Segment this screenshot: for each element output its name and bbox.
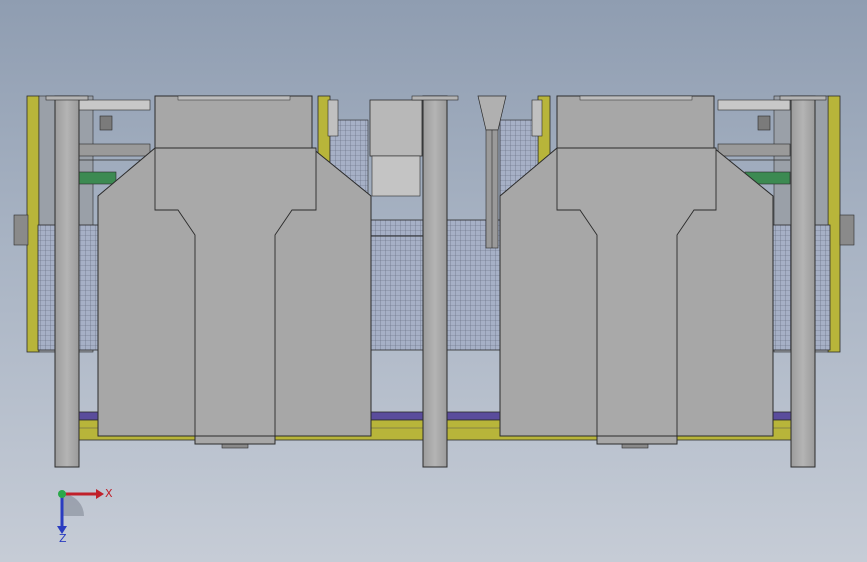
x-axis-head (96, 489, 104, 499)
machine-front-view (13, 95, 855, 468)
y-axis-dot (58, 490, 66, 498)
z-axis-label: Z (59, 532, 67, 544)
coordinate-triad: X Z (57, 487, 113, 544)
x-axis-label: X (105, 487, 113, 500)
cad-viewport[interactable]: X Z (0, 0, 867, 562)
triad-plane (62, 494, 84, 516)
